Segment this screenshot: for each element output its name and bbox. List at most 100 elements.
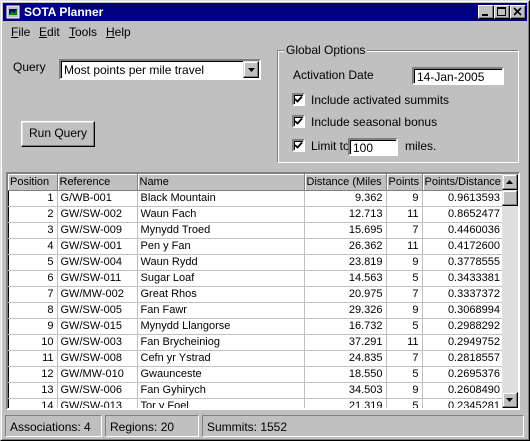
vertical-scrollbar[interactable] <box>502 174 518 408</box>
chevron-down-icon <box>248 68 255 72</box>
column-header-points-per-distance[interactable]: Points/Distance <box>422 174 504 191</box>
table-row[interactable]: 9 GW/SW-015 Mynydd Llangorse 16.732 5 0.29882… <box>8 318 504 335</box>
cell-points-per-distance: 0.2695376 <box>422 366 504 383</box>
include-seasonal-checkbox[interactable] <box>292 115 305 128</box>
close-button[interactable] <box>510 5 526 19</box>
table-row[interactable]: 7 GW/MW-002 Great Rhos 20.975 7 0.3337372 <box>8 286 504 303</box>
minimize-button[interactable] <box>478 5 494 19</box>
cell-reference: GW/SW-003 <box>57 334 138 351</box>
cell-name: Fan Gyhirych <box>137 382 305 399</box>
column-header-reference[interactable]: Reference <box>57 174 138 191</box>
table-row[interactable]: 11 GW/SW-008 Cefn yr Ystrad 24.835 7 0.281855… <box>8 350 504 367</box>
cell-points-per-distance: 0.3778555 <box>422 254 504 271</box>
cell-points: 11 <box>386 238 423 255</box>
scroll-up-button[interactable] <box>502 174 518 190</box>
cell-position: 12 <box>8 366 58 383</box>
results-table-body: 1 G/WB-001 Black Mountain 9.362 9 0.9613593 2 G… <box>8 190 504 408</box>
column-header-points[interactable]: Points <box>386 174 423 191</box>
cell-points-per-distance: 0.2818557 <box>422 350 504 367</box>
table-row[interactable]: 3 GW/SW-009 Mynydd Troed 15.695 7 0.4460036 <box>8 222 504 239</box>
cell-points-per-distance: 0.2345281 <box>422 398 504 408</box>
column-header-distance[interactable]: Distance (Miles <box>304 174 387 191</box>
cell-reference: GW/SW-009 <box>57 222 138 239</box>
cell-name: Waun Rydd <box>137 254 305 271</box>
cell-distance: 23.819 <box>304 254 387 271</box>
results-grid[interactable]: Position Reference Name Distance (Miles … <box>6 172 520 410</box>
menu-edit[interactable]: Edit <box>39 25 60 39</box>
title-bar[interactable]: SOTA Planner <box>3 3 527 21</box>
cell-reference: GW/SW-004 <box>57 254 138 271</box>
cell-reference: GW/SW-002 <box>57 206 138 223</box>
cell-points-per-distance: 0.4172600 <box>422 238 504 255</box>
cell-reference: GW/SW-015 <box>57 318 138 335</box>
cell-name: Mynydd Troed <box>137 222 305 239</box>
query-select[interactable]: Most points per mile travel <box>59 59 261 80</box>
scroll-thumb[interactable] <box>502 190 518 206</box>
scroll-down-button[interactable] <box>502 392 518 408</box>
cell-reference: GW/SW-005 <box>57 302 138 319</box>
table-row[interactable]: 10 GW/SW-003 Fan Brycheiniog 37.291 11 0.2949… <box>8 334 504 351</box>
cell-name: Tor y Foel <box>137 398 305 408</box>
cell-position: 2 <box>8 206 58 223</box>
app-icon <box>6 5 20 19</box>
menu-tools[interactable]: Tools <box>69 25 97 39</box>
status-bar: Associations: 4 Regions: 20 Summits: 155… <box>3 413 527 438</box>
cell-position: 6 <box>8 270 58 287</box>
cell-distance: 29.326 <box>304 302 387 319</box>
maximize-button[interactable] <box>494 5 510 19</box>
cell-points: 9 <box>386 254 423 271</box>
window-title: SOTA Planner <box>24 5 104 19</box>
cell-distance: 18.550 <box>304 366 387 383</box>
cell-distance: 9.362 <box>304 190 387 207</box>
cell-points-per-distance: 0.4460036 <box>422 222 504 239</box>
status-associations: Associations: 4 <box>5 415 102 437</box>
cell-position: 10 <box>8 334 58 351</box>
menu-file[interactable]: File <box>11 25 30 39</box>
cell-points-per-distance: 0.2608490 <box>422 382 504 399</box>
main-window: SOTA Planner File Edit Tools Help Query … <box>0 0 530 441</box>
close-icon <box>513 7 522 16</box>
cell-points-per-distance: 0.3433381 <box>422 270 504 287</box>
table-row[interactable]: 5 GW/SW-004 Waun Rydd 23.819 9 0.3778555 <box>8 254 504 271</box>
cell-reference: G/WB-001 <box>57 190 138 207</box>
cell-position: 5 <box>8 254 58 271</box>
table-row[interactable]: 1 G/WB-001 Black Mountain 9.362 9 0.9613593 <box>8 190 504 207</box>
cell-points: 9 <box>386 190 423 207</box>
table-row[interactable]: 13 GW/SW-006 Fan Gyhirych 34.503 9 0.2608490 <box>8 382 504 399</box>
menu-help[interactable]: Help <box>106 25 131 39</box>
run-query-button[interactable]: Run Query <box>21 121 95 147</box>
cell-distance: 15.695 <box>304 222 387 239</box>
cell-reference: GW/MW-010 <box>57 366 138 383</box>
cell-points: 5 <box>386 366 423 383</box>
cell-name: Waun Fach <box>137 206 305 223</box>
cell-position: 14 <box>8 398 58 408</box>
column-header-position[interactable]: Position <box>8 174 58 191</box>
cell-position: 3 <box>8 222 58 239</box>
query-dropdown-button[interactable] <box>243 61 259 78</box>
column-header-name[interactable]: Name <box>137 174 305 191</box>
include-activated-checkbox[interactable] <box>292 93 305 106</box>
results-table: Position Reference Name Distance (Miles … <box>8 174 504 408</box>
table-row[interactable]: 4 GW/SW-001 Pen y Fan 26.362 11 0.4172600 <box>8 238 504 255</box>
table-row[interactable]: 8 GW/SW-005 Fan Fawr 29.326 9 0.3068994 <box>8 302 504 319</box>
activation-date-input[interactable]: 14-Jan-2005 <box>412 67 504 85</box>
table-row[interactable]: 6 GW/SW-011 Sugar Loaf 14.563 5 0.3433381 <box>8 270 504 287</box>
cell-distance: 26.362 <box>304 238 387 255</box>
checkmark-icon <box>294 95 303 103</box>
arrow-down-icon <box>506 398 513 402</box>
cell-name: Great Rhos <box>137 286 305 303</box>
cell-points-per-distance: 0.2988292 <box>422 318 504 335</box>
cell-name: Fan Fawr <box>137 302 305 319</box>
include-seasonal-label: Include seasonal bonus <box>311 115 438 129</box>
cell-position: 9 <box>8 318 58 335</box>
table-row[interactable]: 12 GW/MW-010 Gwaunceste 18.550 5 0.2695376 <box>8 366 504 383</box>
cell-points: 5 <box>386 270 423 287</box>
maximize-icon <box>497 7 506 16</box>
limit-miles-input[interactable]: 100 <box>348 138 398 156</box>
query-label: Query <box>13 60 46 74</box>
table-row[interactable]: 14 GW/SW-013 Tor y Foel 21.319 5 0.2345281 <box>8 398 504 408</box>
cell-position: 1 <box>8 190 58 207</box>
limit-checkbox[interactable] <box>292 139 305 152</box>
cell-distance: 24.835 <box>304 350 387 367</box>
table-row[interactable]: 2 GW/SW-002 Waun Fach 12.713 11 0.8652477 <box>8 206 504 223</box>
